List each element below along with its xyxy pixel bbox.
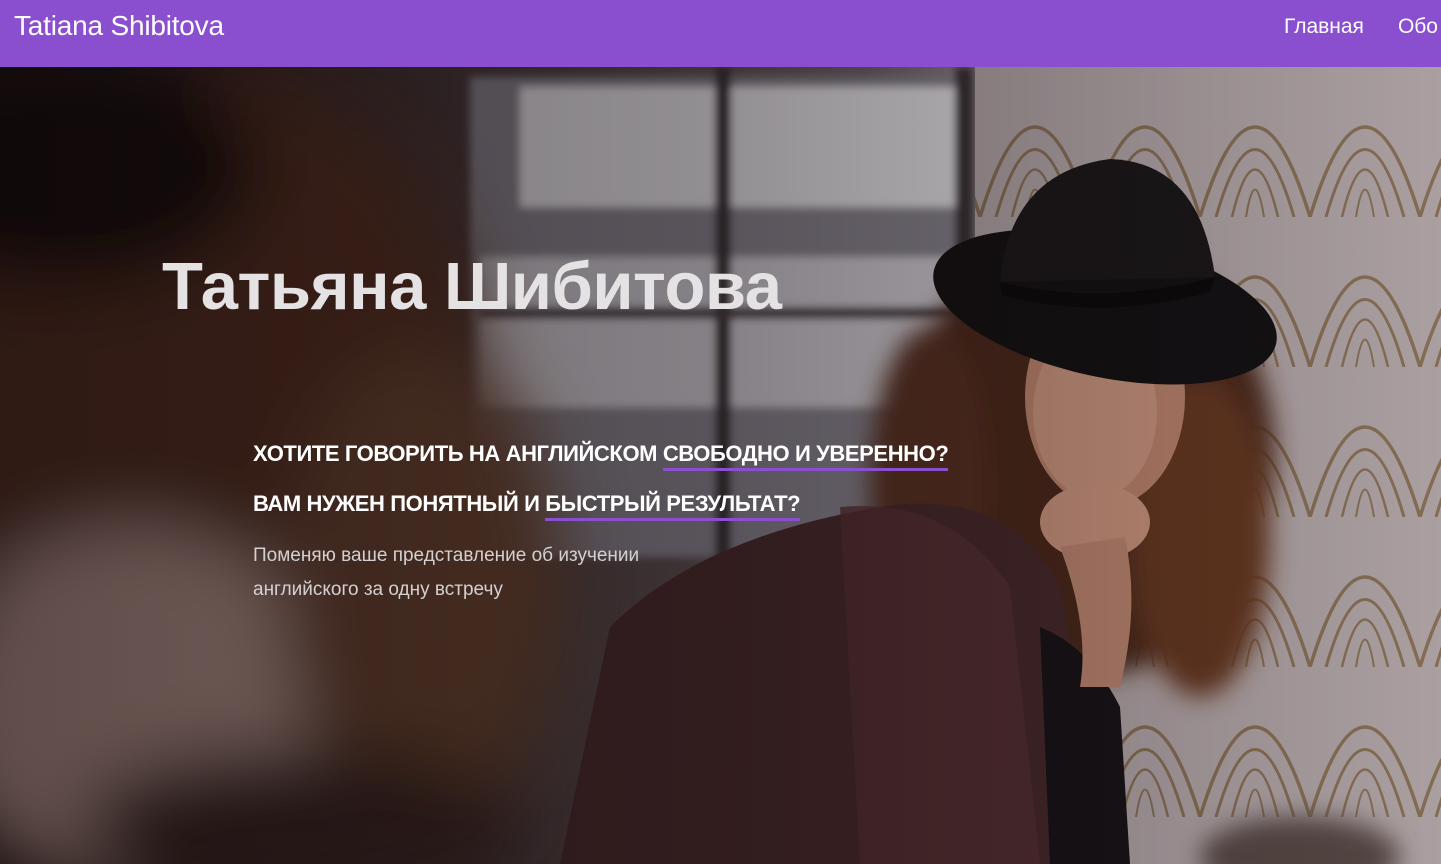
hero-question-1-highlight: свободно и уверенно?: [662, 441, 949, 471]
hero-section: Татьяна Шибитова Хотите говорить на англ…: [0, 67, 1441, 864]
hero-question-2-highlight: быстрый результат?: [545, 491, 801, 521]
hero-question-2-text: Вам нужен понятный и: [253, 491, 546, 516]
hero-question-1: Хотите говорить на английском свободно и…: [253, 439, 949, 471]
nav-menu: Главная Обо: [1284, 14, 1438, 40]
top-navbar: Tatiana Shibitova Главная Обо: [0, 0, 1441, 67]
nav-link-home[interactable]: Главная: [1284, 14, 1364, 40]
hero-question-2: Вам нужен понятный и быстрый результат?: [253, 489, 801, 521]
hero-title: Татьяна Шибитова: [162, 249, 782, 324]
nav-link-about[interactable]: Обо: [1398, 14, 1438, 40]
brand-logo-link[interactable]: Tatiana Shibitova: [14, 8, 224, 44]
hero-subtitle: Поменяю ваше представление об изучении а…: [253, 545, 640, 600]
hero-question-1-text: Хотите говорить на английском: [253, 441, 663, 466]
